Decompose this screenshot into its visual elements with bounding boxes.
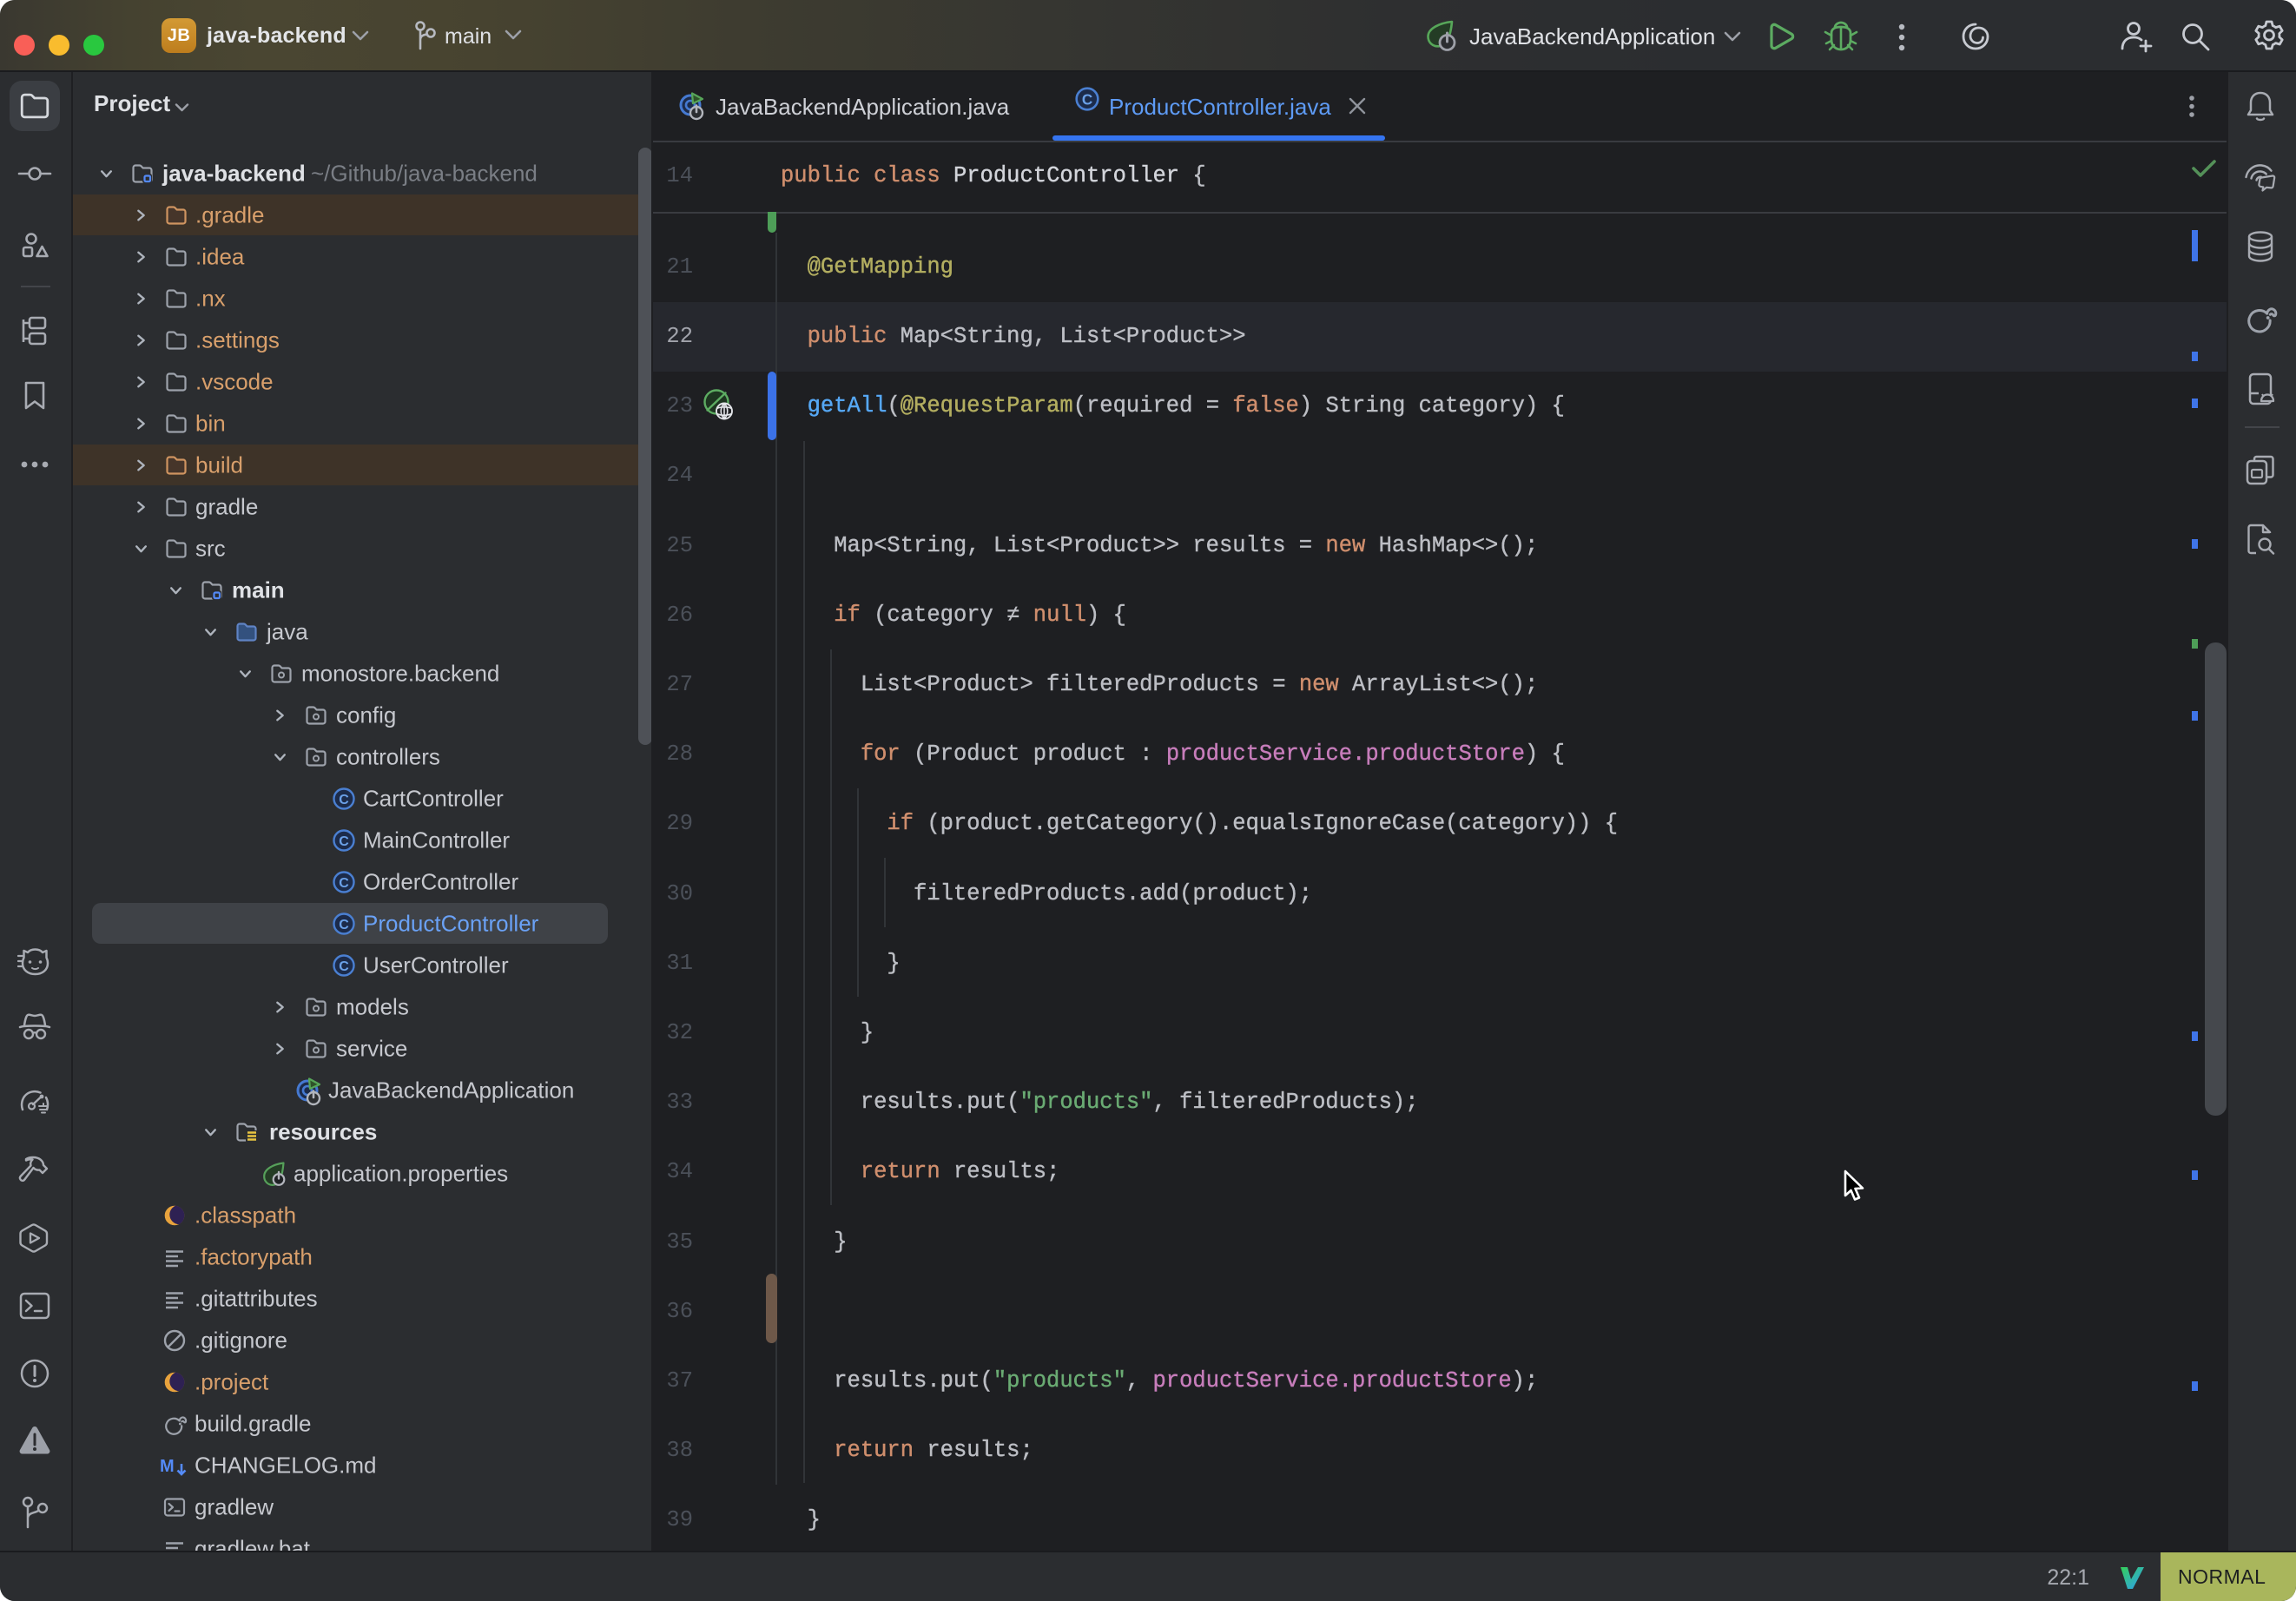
svg-text:C: C xyxy=(1082,90,1092,108)
